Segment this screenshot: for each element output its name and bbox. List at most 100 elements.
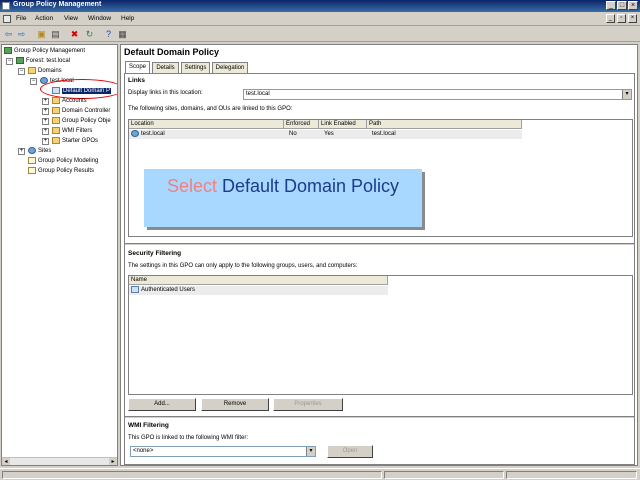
tree-node-starter-gpos[interactable]: Starter GPOs bbox=[52, 137, 98, 146]
wmi-title: WMI Filtering bbox=[128, 422, 169, 429]
callout-highlight: Select bbox=[166, 176, 217, 196]
expand-wmi-icon[interactable]: + bbox=[42, 128, 49, 135]
expand-domain-controllers-icon[interactable]: + bbox=[42, 108, 49, 115]
child-restore-button[interactable]: ▫ bbox=[617, 14, 626, 23]
col-link-enabled[interactable]: Link Enabled bbox=[319, 120, 367, 129]
tab-scope[interactable]: Scope bbox=[125, 61, 150, 73]
tab-settings[interactable]: Settings bbox=[181, 62, 210, 73]
console-tree[interactable]: Group Policy Management − Forest: test.l… bbox=[1, 44, 118, 466]
security-grid[interactable]: Name Authenticated Users bbox=[128, 275, 633, 395]
properties-button[interactable]: Properties bbox=[273, 398, 343, 411]
child-minimize-button[interactable]: _ bbox=[606, 14, 615, 23]
menu-action[interactable]: Action bbox=[35, 15, 53, 22]
tree-node-wmi-filters[interactable]: WMI Filters bbox=[52, 127, 92, 136]
open-button[interactable]: Open bbox=[327, 445, 373, 458]
menu-file[interactable]: File bbox=[16, 15, 26, 22]
properties-icon[interactable]: ▦ bbox=[117, 29, 128, 39]
refresh-icon[interactable]: ↻ bbox=[84, 29, 95, 39]
wmi-filter-value: <none> bbox=[133, 448, 154, 454]
scroll-right-icon[interactable]: ▸ bbox=[109, 458, 117, 465]
tree-results-label: Group Policy Results bbox=[38, 168, 95, 175]
expand-gpo-icon[interactable]: + bbox=[42, 118, 49, 125]
tree-root-label: Group Policy Management bbox=[14, 48, 86, 55]
collapse-domain-icon[interactable]: − bbox=[30, 78, 37, 85]
tree-horizontal-scrollbar[interactable]: ◂ ▸ bbox=[2, 457, 117, 465]
tree-gpo-label: Group Policy Obje bbox=[62, 118, 111, 125]
tree-node-domains[interactable]: Domains bbox=[28, 67, 62, 76]
tab-details[interactable]: Details bbox=[152, 62, 179, 73]
forward-arrow-icon[interactable]: ⇨ bbox=[16, 29, 27, 39]
help-icon[interactable]: ? bbox=[103, 29, 114, 39]
status-cell bbox=[384, 471, 504, 479]
section-splitter[interactable] bbox=[125, 416, 634, 419]
dropdown-arrow-icon[interactable]: ▾ bbox=[622, 90, 631, 99]
col-name[interactable]: Name bbox=[129, 276, 388, 285]
menu-view[interactable]: View bbox=[64, 15, 78, 22]
show-hide-icon[interactable]: ▤ bbox=[50, 29, 61, 39]
tab-delegation[interactable]: Delegation bbox=[212, 62, 248, 73]
security-grid-header: Name bbox=[129, 276, 388, 285]
wmi-description: This GPO is linked to the following WMI … bbox=[128, 435, 249, 441]
row-location: test.local bbox=[129, 130, 165, 139]
tree-node-results[interactable]: Group Policy Results bbox=[28, 167, 94, 176]
section-splitter[interactable] bbox=[125, 243, 634, 246]
col-path[interactable]: Path bbox=[367, 120, 522, 129]
close-button[interactable]: × bbox=[628, 1, 638, 10]
back-arrow-icon[interactable]: ⇦ bbox=[3, 29, 14, 39]
links-location-combo[interactable]: test.local ▾ bbox=[243, 89, 632, 100]
add-button[interactable]: Add... bbox=[128, 398, 196, 411]
child-close-button[interactable]: × bbox=[628, 14, 637, 23]
gpo-folder-icon bbox=[52, 117, 60, 124]
menu-help[interactable]: Help bbox=[121, 15, 134, 22]
collapse-forest-icon[interactable]: − bbox=[6, 58, 13, 65]
remove-button[interactable]: Remove bbox=[201, 398, 269, 411]
collapse-domains-icon[interactable]: − bbox=[18, 68, 25, 75]
tree-node-accounts[interactable]: Accounts bbox=[52, 97, 87, 106]
tree-sites-label: Sites bbox=[38, 148, 52, 155]
menu-window[interactable]: Window bbox=[88, 15, 111, 22]
results-icon bbox=[28, 167, 36, 174]
wmi-folder-icon bbox=[52, 127, 60, 134]
tree-node-sites[interactable]: Sites bbox=[28, 147, 51, 156]
wmi-filter-combo[interactable]: <none> ▾ bbox=[130, 446, 316, 457]
table-row[interactable]: Authenticated Users bbox=[129, 286, 388, 295]
app-icon bbox=[2, 2, 10, 10]
delete-icon[interactable]: ✖ bbox=[69, 29, 80, 39]
ou-folder-icon bbox=[52, 107, 60, 114]
tree-node-group-policy-objects[interactable]: Group Policy Obje bbox=[52, 117, 111, 126]
display-links-label: Display links in this location: bbox=[128, 90, 203, 96]
table-row[interactable]: test.local No Yes test.local bbox=[129, 130, 522, 139]
up-folder-icon[interactable]: ▣ bbox=[36, 29, 47, 39]
expand-starter-icon[interactable]: + bbox=[42, 138, 49, 145]
row-link-enabled: Yes bbox=[324, 131, 334, 137]
title-bar: Group Policy Management _ □ × bbox=[0, 0, 640, 12]
dropdown-arrow-icon[interactable]: ▾ bbox=[306, 447, 315, 456]
minimize-button[interactable]: _ bbox=[606, 1, 616, 10]
tree-node-domain-controllers[interactable]: Domain Controller bbox=[52, 107, 110, 116]
window-title: Group Policy Management bbox=[13, 1, 102, 8]
forest-icon bbox=[16, 57, 24, 64]
tree-modeling-label: Group Policy Modeling bbox=[38, 158, 99, 165]
domain-icon bbox=[131, 130, 139, 137]
col-location[interactable]: Location bbox=[129, 120, 284, 129]
ou-folder-icon bbox=[52, 97, 60, 104]
tree-node-forest[interactable]: Forest: test.local bbox=[16, 57, 70, 66]
tree-dc-label: Domain Controller bbox=[62, 108, 111, 115]
policy-title: Default Domain Policy bbox=[124, 47, 220, 57]
scroll-left-icon[interactable]: ◂ bbox=[2, 458, 10, 465]
expand-sites-icon[interactable]: + bbox=[18, 148, 25, 155]
tree-starter-label: Starter GPOs bbox=[62, 138, 99, 145]
col-enforced[interactable]: Enforced bbox=[284, 120, 319, 129]
gpm-icon bbox=[4, 47, 12, 54]
status-cell bbox=[506, 471, 637, 479]
users-group-icon bbox=[131, 286, 139, 293]
maximize-button[interactable]: □ bbox=[617, 1, 627, 10]
tree-node-root[interactable]: Group Policy Management bbox=[4, 47, 85, 56]
security-description: The settings in this GPO can only apply … bbox=[128, 263, 358, 269]
tree-forest-label: Forest: test.local bbox=[26, 58, 71, 65]
scope-panel: Links Display links in this location: te… bbox=[124, 73, 635, 465]
mmc-icon[interactable] bbox=[3, 15, 11, 23]
expand-accounts-icon[interactable]: + bbox=[42, 98, 49, 105]
menu-bar: File Action View Window Help _ ▫ × bbox=[0, 12, 640, 26]
tree-node-modeling[interactable]: Group Policy Modeling bbox=[28, 157, 98, 166]
